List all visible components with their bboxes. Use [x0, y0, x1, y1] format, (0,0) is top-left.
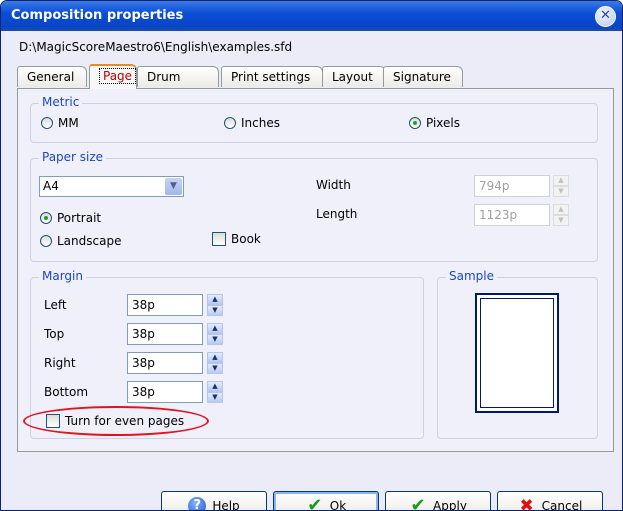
radio-inches-dot[interactable] — [224, 117, 236, 129]
margin-right-label: Right — [44, 356, 76, 370]
margin-left-field[interactable]: 38p — [127, 294, 203, 316]
radio-pixels-dot[interactable] — [409, 117, 421, 129]
tab-layout-label: Layout — [332, 70, 373, 84]
spin-down-icon[interactable]: ▼ — [207, 363, 223, 374]
help-button-label: Help — [212, 499, 240, 511]
radio-portrait[interactable]: Portrait — [40, 211, 101, 225]
book-checkbox-label: Book — [231, 232, 261, 246]
cancel-button-label: Cancel — [541, 499, 583, 511]
tab-signature-label: Signature — [393, 70, 451, 84]
radio-inches-label: Inches — [241, 116, 280, 130]
margin-top-label: Top — [44, 327, 65, 341]
tab-signature[interactable]: Signature — [383, 66, 463, 87]
radio-landscape-label: Landscape — [57, 234, 122, 248]
radio-inches[interactable]: Inches — [224, 116, 280, 130]
margin-bottom-label: Bottom — [44, 385, 89, 399]
length-spinner[interactable]: ▲ ▼ — [553, 204, 569, 226]
spin-up-icon[interactable]: ▲ — [553, 204, 569, 215]
margin-right-spinner[interactable]: ▲ ▼ — [207, 352, 223, 374]
tab-page[interactable]: Page — [89, 64, 137, 89]
book-checkbox-box[interactable] — [212, 232, 226, 246]
margin-left-label: Left — [44, 298, 67, 312]
margin-top-field[interactable]: 38p — [127, 323, 203, 345]
tab-general[interactable]: General — [17, 66, 87, 87]
width-field[interactable]: 794p — [474, 175, 550, 197]
margin-bottom-spinner[interactable]: ▲ ▼ — [207, 381, 223, 403]
cancel-x-icon: ✖ — [519, 496, 534, 511]
page-sample-preview — [475, 293, 559, 413]
spin-up-icon[interactable]: ▲ — [207, 294, 223, 305]
tab-layout[interactable]: Layout — [322, 66, 386, 87]
margin-left-spinner[interactable]: ▲ ▼ — [207, 294, 223, 316]
radio-pixels[interactable]: Pixels — [409, 116, 460, 130]
close-button[interactable]: ✕ — [595, 6, 616, 27]
spin-down-icon[interactable]: ▼ — [553, 186, 569, 197]
margin-group-label: Margin — [39, 269, 86, 283]
radio-mm-label: MM — [58, 116, 79, 130]
tab-general-label: General — [27, 70, 75, 84]
ok-button-label: Ok — [329, 499, 347, 511]
spin-up-icon[interactable]: ▲ — [207, 352, 223, 363]
metric-group-label: Metric — [39, 95, 83, 109]
sample-group-label: Sample — [446, 269, 497, 283]
book-checkbox[interactable]: Book — [212, 232, 261, 246]
length-field[interactable]: 1123p — [474, 204, 550, 226]
apply-button-label: Apply — [433, 499, 467, 511]
radio-landscape[interactable]: Landscape — [40, 234, 121, 248]
paper-size-group-label: Paper size — [39, 150, 107, 164]
spin-up-icon[interactable]: ▲ — [207, 323, 223, 334]
spin-down-icon[interactable]: ▼ — [207, 305, 223, 316]
width-label: Width — [316, 178, 351, 192]
tab-print-settings[interactable]: Print settings — [221, 66, 323, 87]
sample-group: Sample — [437, 269, 598, 439]
radio-mm[interactable]: MM — [41, 116, 79, 130]
dialog-window: Composition properties ✕ D:\MagicScoreMa… — [0, 0, 623, 511]
width-spinner[interactable]: ▲ ▼ — [553, 175, 569, 197]
tab-drum-map[interactable]: Drum Map — [137, 66, 219, 104]
chevron-down-icon[interactable]: ▼ — [165, 178, 182, 195]
highlight-ellipse — [23, 406, 209, 436]
file-path: D:\MagicScoreMaestro6\English\examples.s… — [19, 40, 293, 54]
close-icon: ✕ — [600, 8, 611, 23]
title-bar[interactable]: Composition properties ✕ — [1, 1, 622, 31]
paper-size-value: A4 — [43, 179, 59, 193]
margin-top-spinner[interactable]: ▲ ▼ — [207, 323, 223, 345]
tab-page-label: Page — [99, 68, 137, 84]
cancel-button[interactable]: ✖ Cancel — [497, 491, 603, 511]
help-button[interactable]: ? Help — [161, 491, 267, 511]
check-icon: ✔ — [307, 495, 323, 511]
apply-button[interactable]: ✔ Apply — [385, 491, 491, 511]
length-label: Length — [316, 207, 358, 221]
paper-size-select[interactable]: A4 ▼ — [39, 176, 184, 197]
tab-print-settings-label: Print settings — [231, 70, 311, 84]
spin-down-icon[interactable]: ▼ — [207, 392, 223, 403]
page-tab-panel: Metric MM Inches Pixels Paper size A4 ▼ … — [17, 88, 614, 452]
radio-landscape-dot[interactable] — [40, 235, 52, 247]
spin-down-icon[interactable]: ▼ — [207, 334, 223, 345]
help-icon: ? — [188, 497, 207, 510]
metric-group: Metric MM Inches Pixels — [30, 95, 598, 143]
radio-pixels-label: Pixels — [426, 116, 461, 130]
window-title: Composition properties — [11, 8, 184, 23]
check-icon: ✔ — [410, 495, 426, 511]
radio-portrait-dot[interactable] — [40, 212, 52, 224]
radio-mm-dot[interactable] — [41, 117, 53, 129]
spin-down-icon[interactable]: ▼ — [553, 215, 569, 226]
margin-right-field[interactable]: 38p — [127, 352, 203, 374]
ok-button[interactable]: ✔ Ok — [273, 491, 379, 511]
margin-bottom-field[interactable]: 38p — [127, 381, 203, 403]
page-sample-margin — [480, 298, 554, 408]
radio-portrait-label: Portrait — [57, 211, 102, 225]
spin-up-icon[interactable]: ▲ — [207, 381, 223, 392]
spin-up-icon[interactable]: ▲ — [553, 175, 569, 186]
paper-size-group: Paper size A4 ▼ Portrait Landscape Book … — [30, 150, 598, 262]
